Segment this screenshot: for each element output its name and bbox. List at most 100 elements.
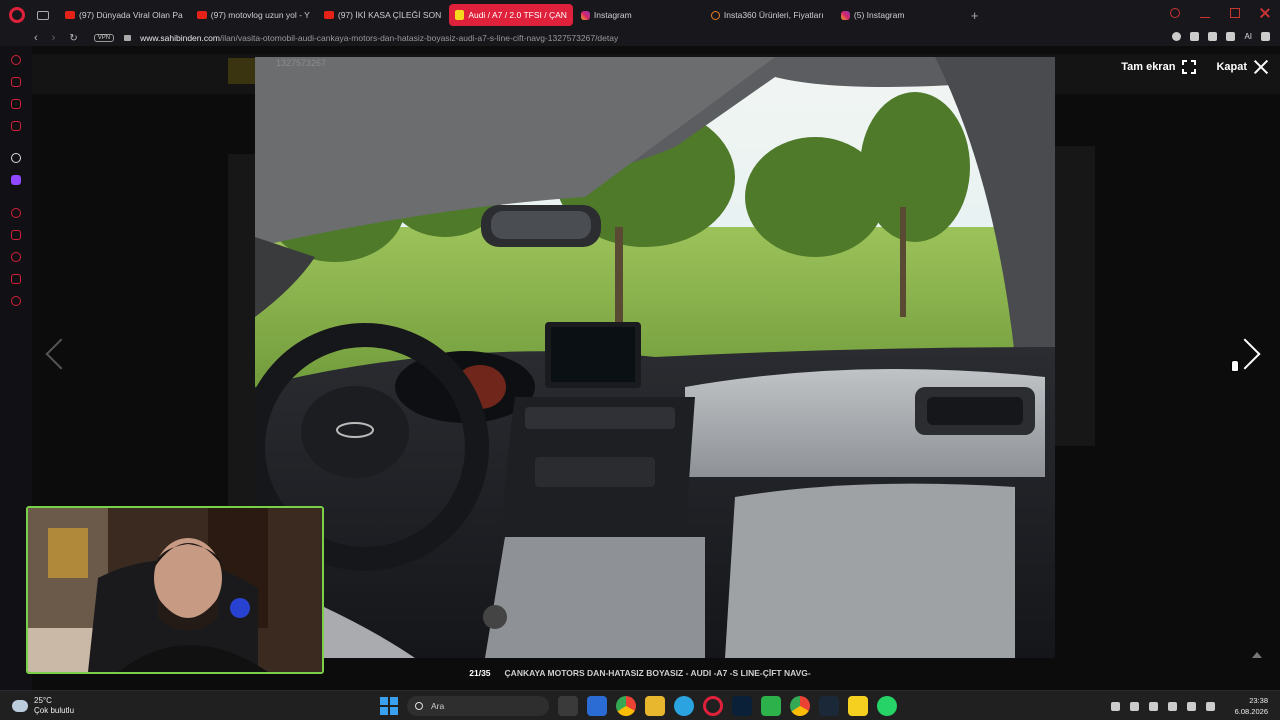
sidebar-player-icon[interactable] (11, 208, 21, 218)
sidebar-messenger-icon[interactable] (11, 99, 21, 109)
download-icon[interactable] (1226, 32, 1236, 41)
sahibinden-icon (455, 10, 465, 20)
tab-label: Insta360 Ürünleri, Fiyatları (723, 10, 824, 20)
microphone-icon[interactable] (1148, 701, 1158, 711)
sahibinden-app-icon[interactable] (848, 696, 868, 716)
tab-list: (97) Dünyada Viral Olan Pa (97) motovlog… (59, 0, 965, 30)
instagram-icon (840, 10, 850, 20)
url-domain: www.sahibinden.com (140, 33, 220, 43)
insta360-icon (710, 10, 720, 20)
taskbar-search[interactable]: Ara (407, 696, 549, 716)
game-launcher-icon[interactable] (761, 696, 781, 716)
chrome-icon[interactable] (616, 696, 636, 716)
page-content-block (228, 154, 258, 554)
wallet-icon[interactable] (1208, 32, 1218, 41)
car-interior-photo (255, 57, 1055, 658)
network-icon[interactable] (1129, 701, 1139, 711)
close-window-button[interactable] (1260, 8, 1270, 18)
ad-number: 1327573267 (276, 58, 327, 68)
chrome-profile-icon[interactable] (790, 696, 810, 716)
sidebar-settings-icon[interactable] (11, 296, 21, 306)
streamer-webcam-image (28, 508, 322, 672)
search-icon (415, 702, 423, 710)
tray-overflow-icon[interactable] (1110, 701, 1120, 711)
window-controls (1170, 8, 1270, 18)
notepad-icon[interactable] (587, 696, 607, 716)
photoshop-icon[interactable] (732, 696, 752, 716)
maximize-button[interactable] (1230, 8, 1240, 18)
tab-menu-icon[interactable] (37, 10, 49, 20)
tab-instagram-2[interactable]: (5) Instagram (835, 4, 963, 26)
weather-temp: 25°C (34, 696, 52, 705)
cloud-icon (12, 700, 28, 712)
tab-youtube-viral[interactable]: (97) Dünyada Viral Olan Pa (59, 4, 189, 26)
weather-desc: Çok bulutlu (34, 706, 75, 715)
minimize-button[interactable] (1200, 8, 1210, 18)
opera-logo-icon[interactable] (9, 7, 25, 23)
sidebar-extensions-icon[interactable] (11, 274, 21, 284)
url-path: /ilan/vasita-otomobil-audi-cankaya-motor… (219, 33, 619, 43)
clock-time: 23:38 (1249, 696, 1268, 705)
tab-youtube-cilek[interactable]: (97) İKİ KASA ÇİLEĞİ SON (318, 4, 447, 26)
gallery-photo[interactable] (255, 57, 1055, 658)
extensions-icon[interactable] (1190, 32, 1200, 41)
tab-youtube-motovlog[interactable]: (97) motovlog uzun yol - Y (191, 4, 316, 26)
close-icon[interactable] (1254, 60, 1268, 74)
tab-search-icon[interactable] (1170, 8, 1180, 18)
sidebar-music-icon[interactable] (11, 121, 21, 131)
file-explorer-icon[interactable] (645, 696, 665, 716)
photo-counter: 21/35 (469, 668, 491, 678)
sidebar-history-icon[interactable] (11, 252, 21, 262)
weather-text: 25°C Çok bulutlu (34, 696, 74, 716)
forward-icon[interactable]: › (52, 32, 56, 44)
sidebar-pinboard-icon[interactable] (11, 230, 21, 240)
task-view-icon[interactable] (558, 696, 578, 716)
youtube-icon (323, 11, 334, 19)
whatsapp-icon[interactable] (877, 696, 897, 716)
opera-taskbar-icon[interactable] (703, 696, 723, 716)
search-placeholder: Ara (431, 701, 445, 711)
sidebar-crypto-icon[interactable] (11, 77, 21, 87)
tab-instagram[interactable]: Instagram (575, 4, 703, 26)
start-button-icon[interactable] (380, 697, 398, 715)
sidebar-aria-icon[interactable] (11, 55, 21, 65)
system-clock[interactable]: 23:38 6.08.2026 (1235, 695, 1268, 717)
mouse-cursor-icon (1231, 360, 1239, 372)
lightbox-controls: Tam ekran Kapat (1121, 60, 1268, 74)
telegram-icon[interactable] (674, 696, 694, 716)
clock-date: 6.08.2026 (1234, 707, 1268, 716)
fullscreen-label[interactable]: Tam ekran (1121, 61, 1175, 73)
tab-label: (97) Dünyada Viral Olan Pa (79, 10, 183, 20)
display-icon[interactable] (1167, 701, 1177, 711)
aria-ai-button[interactable]: AI (1244, 32, 1252, 41)
sidebar-chatgpt-icon[interactable] (11, 153, 21, 163)
tab-label: (97) motovlog uzun yol - Y (210, 10, 310, 20)
tab-insta360[interactable]: Insta360 Ürünleri, Fiyatları (705, 4, 833, 26)
tab-label: Audi / A7 / 2.0 TFSI / ÇAN (468, 10, 567, 20)
back-icon[interactable]: ‹ (34, 32, 38, 44)
vpn-globe-icon[interactable] (1172, 32, 1182, 41)
new-tab-button[interactable]: + (971, 8, 979, 23)
windows-taskbar: 25°C Çok bulutlu Ara 23:38 6.08.2026 (0, 690, 1280, 720)
sidebar-twitch-icon[interactable] (11, 175, 21, 185)
address-bar: ‹ › ↻ VPN www.sahibinden.com/ilan/vasita… (0, 30, 1280, 46)
scroll-top-icon[interactable] (1252, 652, 1262, 658)
lock-icon[interactable] (124, 35, 132, 41)
vpn-badge[interactable]: VPN (93, 34, 115, 42)
easy-setup-icon[interactable] (1261, 32, 1270, 41)
youtube-icon (196, 11, 207, 19)
steam-icon[interactable] (819, 696, 839, 716)
tab-label: Instagram (593, 10, 632, 20)
battery-icon[interactable] (1205, 701, 1215, 711)
tab-label: (5) Instagram (853, 10, 905, 20)
browser-tab-bar: (97) Dünyada Viral Olan Pa (97) motovlog… (0, 0, 1280, 30)
fullscreen-icon[interactable] (1182, 60, 1197, 74)
listing-title: ÇANKAYA MOTORS DAN-HATASIZ BOYASIZ - AUD… (504, 668, 811, 678)
close-label[interactable]: Kapat (1216, 61, 1247, 73)
weather-widget[interactable]: 25°C Çok bulutlu (12, 696, 74, 716)
url-field[interactable]: www.sahibinden.com/ilan/vasita-otomobil-… (140, 33, 618, 43)
tab-sahibinden-audi[interactable]: Audi / A7 / 2.0 TFSI / ÇAN (449, 4, 573, 26)
reload-icon[interactable]: ↻ (69, 33, 77, 44)
tab-label: (97) İKİ KASA ÇİLEĞİ SON (337, 10, 442, 20)
volume-icon[interactable] (1186, 701, 1196, 711)
